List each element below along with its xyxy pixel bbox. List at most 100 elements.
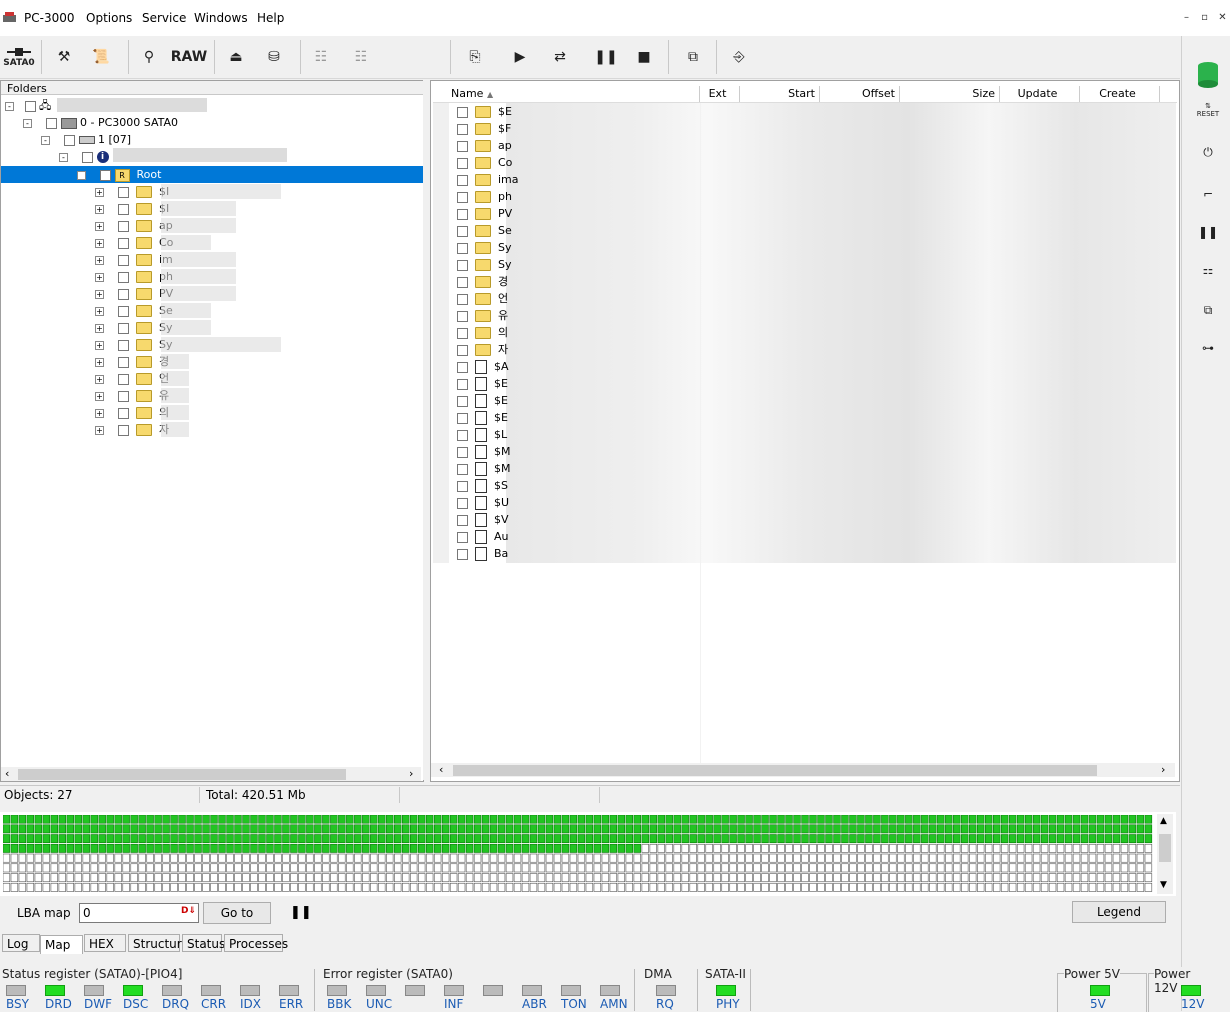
tree-folder-item[interactable]: + 경 — [95, 353, 169, 370]
scroll-down-icon[interactable]: ▼ — [1160, 880, 1167, 890]
expand-icon[interactable]: + — [95, 391, 104, 401]
checkbox[interactable] — [457, 242, 468, 254]
file-row[interactable]: 언 — [457, 290, 508, 307]
checkbox[interactable] — [118, 220, 129, 232]
col-header-start[interactable]: Start — [740, 86, 820, 102]
file-row[interactable]: $F — [457, 120, 511, 137]
menu-help[interactable]: Help — [257, 11, 284, 25]
exit-icon[interactable]: ⎆ — [724, 40, 754, 74]
write-icon[interactable]: ⏏ — [222, 40, 250, 74]
checkbox[interactable] — [457, 429, 468, 441]
sata-port-button[interactable]: SATA0 — [2, 40, 36, 74]
checkbox[interactable] — [457, 327, 468, 339]
checkbox[interactable] — [118, 237, 129, 249]
checkbox[interactable] — [457, 412, 468, 424]
lba-input[interactable]: 0 D⇓ — [79, 903, 199, 923]
expand-icon[interactable]: + — [95, 357, 104, 367]
checkbox[interactable] — [118, 356, 129, 368]
stop-icon[interactable]: ■ — [632, 40, 656, 74]
slider-icon[interactable]: ⊶ — [1196, 336, 1220, 360]
raw-button[interactable]: RAW — [170, 40, 208, 74]
scroll-right-icon[interactable]: › — [409, 767, 413, 780]
map-vscroll[interactable]: ▲ ▼ — [1157, 814, 1173, 894]
expand-icon[interactable]: + — [95, 238, 104, 248]
file-row[interactable]: $A — [457, 358, 509, 375]
expand-icon[interactable]: + — [95, 289, 104, 299]
file-row[interactable]: ap — [457, 137, 512, 154]
menu-windows[interactable]: Windows — [194, 11, 248, 25]
restore-icon[interactable]: ▫ — [1199, 12, 1210, 23]
windows-icon[interactable]: ⧉ — [678, 40, 708, 74]
checkbox[interactable] — [118, 373, 129, 385]
expand-icon[interactable]: + — [95, 187, 104, 197]
tree-node-computer[interactable]: - 🖧 — [5, 97, 51, 114]
expand-icon[interactable]: + — [95, 204, 104, 214]
disk-icon[interactable]: ⛁ — [260, 40, 288, 74]
file-row[interactable]: $E — [457, 409, 508, 426]
col-header-offset[interactable]: Offset — [820, 86, 900, 102]
folders-hscroll[interactable]: ‹ › — [1, 767, 421, 781]
reset-icon[interactable]: ⇅ RESET — [1196, 102, 1220, 126]
tree-node-root[interactable]: - R Root — [77, 166, 161, 183]
expand-icon[interactable]: + — [95, 255, 104, 265]
process-icon[interactable]: ⇄ — [542, 40, 578, 74]
checkbox[interactable] — [118, 288, 129, 300]
tree-folder-item[interactable]: + 유 — [95, 387, 169, 404]
expand-icon[interactable]: + — [95, 221, 104, 231]
sequence-icon[interactable]: ⚏ — [1196, 258, 1220, 282]
file-row[interactable]: $E — [457, 103, 512, 120]
tree-folder-item[interactable]: + 의 — [95, 404, 169, 421]
checkbox[interactable] — [457, 463, 468, 475]
pause-icon[interactable]: ❚❚ — [594, 40, 618, 74]
script-icon[interactable]: 📜 — [88, 40, 114, 74]
drive-status-icon[interactable] — [1196, 60, 1220, 92]
expand-icon[interactable]: + — [95, 374, 104, 384]
checkbox[interactable] — [457, 259, 468, 271]
goto-button[interactable]: Go to — [203, 902, 271, 924]
expand-icon[interactable]: + — [95, 306, 104, 316]
file-row[interactable]: Co — [457, 154, 512, 171]
tools-icon[interactable]: ⚒ — [52, 40, 76, 74]
expand-icon[interactable]: + — [95, 408, 104, 418]
filelist-hscroll[interactable]: ‹ › — [431, 763, 1175, 777]
checkbox[interactable] — [118, 254, 129, 266]
checkbox[interactable] — [118, 186, 129, 198]
dropdown-icon[interactable]: D⇓ — [181, 906, 196, 916]
checkbox[interactable] — [457, 208, 468, 220]
pause-side-icon[interactable]: ❚❚ — [1196, 220, 1220, 244]
connect-icon[interactable]: ⌐ — [1196, 182, 1220, 206]
file-row[interactable]: $U — [457, 494, 509, 511]
file-row[interactable]: Sy — [457, 256, 512, 273]
tree-folder-item[interactable]: + 언 — [95, 370, 169, 387]
file-row[interactable]: 자 — [457, 341, 508, 358]
tree-folder-item[interactable]: + $I — [95, 200, 169, 217]
tab-structure[interactable]: Structure — [128, 934, 189, 952]
menu-options[interactable]: Options — [86, 11, 132, 25]
col-header-ext[interactable]: Ext — [700, 86, 740, 102]
checkbox[interactable] — [457, 123, 468, 135]
checkbox[interactable] — [457, 480, 468, 492]
tab-map[interactable]: Map — [40, 935, 83, 954]
checkbox[interactable] — [118, 271, 129, 283]
checkbox[interactable] — [118, 424, 129, 436]
checkbox[interactable] — [118, 305, 129, 317]
menu-service[interactable]: Service — [142, 11, 186, 25]
tab-status[interactable]: Status — [182, 934, 225, 952]
checkbox[interactable] — [457, 378, 468, 390]
checkbox[interactable] — [457, 276, 468, 288]
expand-icon[interactable]: + — [95, 425, 104, 435]
checkbox[interactable] — [118, 322, 129, 334]
scroll-up-icon[interactable]: ▲ — [1160, 816, 1167, 826]
scroll-left-icon[interactable]: ‹ — [5, 767, 9, 780]
checkbox[interactable] — [457, 140, 468, 152]
tab-hex[interactable]: HEX — [84, 934, 126, 952]
play-icon[interactable]: ▶ — [508, 40, 532, 74]
checkbox[interactable] — [457, 225, 468, 237]
expand-icon[interactable]: + — [95, 272, 104, 282]
folders-hscroll-thumb[interactable] — [18, 769, 346, 780]
checkbox[interactable] — [457, 174, 468, 186]
col-header-create[interactable]: Create — [1080, 86, 1160, 102]
tab-processes[interactable]: Processes — [224, 934, 288, 952]
checkbox[interactable] — [457, 531, 468, 543]
file-row[interactable]: $E — [457, 392, 508, 409]
